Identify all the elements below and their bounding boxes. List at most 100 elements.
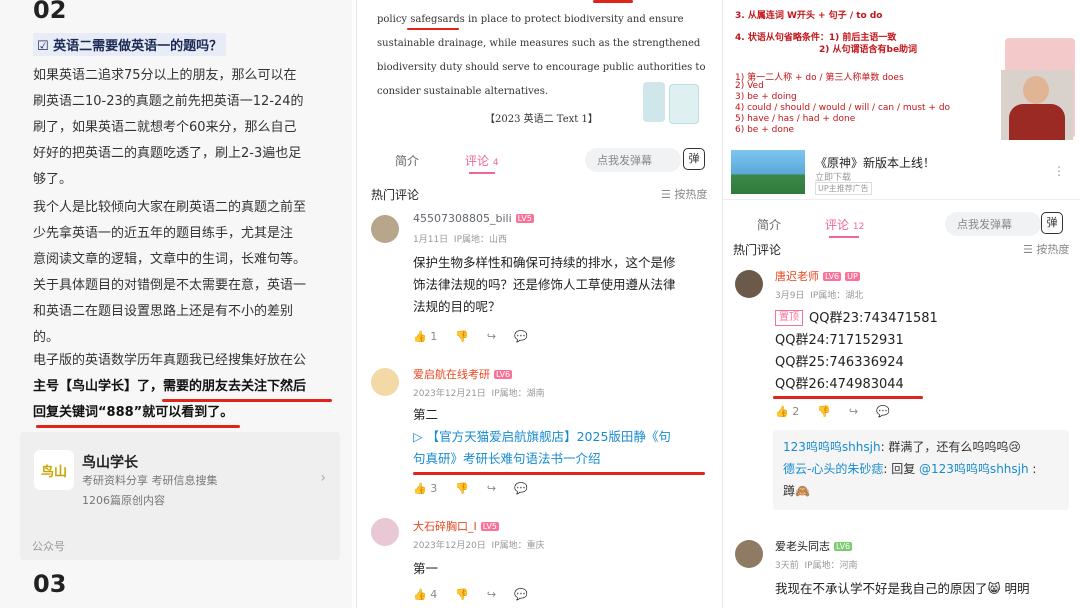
danmu-toggle-icon[interactable]: 弹 xyxy=(683,148,705,170)
username-text: 45507308805_bili xyxy=(413,212,512,225)
sort-button[interactable]: ☰ 按热度 xyxy=(661,186,707,202)
comment-username[interactable]: 爱启航在线考研 LV6 xyxy=(413,366,513,382)
para-line: 我个人是比较倾向大家在刷英语二的真题之前至 xyxy=(33,200,307,215)
more-icon[interactable]: ⋮ xyxy=(1053,164,1065,178)
share-icon[interactable]: ↪ xyxy=(487,482,496,495)
avatar[interactable] xyxy=(735,270,763,298)
reply-username[interactable]: 123呜呜呜shhsjh xyxy=(783,440,881,454)
like-button[interactable]: 👍 4 xyxy=(413,588,437,601)
level-badge: LV6 xyxy=(823,272,842,281)
account-logo: 鸟山 xyxy=(34,450,74,490)
comment-text: 置顶 QQ群23:743471581 QQ群24:717152931 QQ群25:… xyxy=(775,308,938,396)
comment-line: 第二 xyxy=(413,407,439,422)
para-line: 少先拿英语一的近五年的题目练手，尤其是注 xyxy=(33,226,294,241)
qq-group: QQ群25:746336924 xyxy=(775,355,904,370)
tab-intro[interactable]: 简介 xyxy=(395,152,419,169)
comment-username[interactable]: 大石碎胸口_I LV5 xyxy=(413,518,499,534)
video-frame[interactable]: policy safegsards in place to protect bi… xyxy=(357,0,718,140)
underline-annotation xyxy=(593,0,633,3)
underline-annotation xyxy=(36,425,240,428)
like-button[interactable]: 👍 2 xyxy=(775,405,799,418)
para-line: 够了。 xyxy=(33,172,73,187)
section-number-bottom: 03 xyxy=(33,570,67,598)
avatar[interactable] xyxy=(371,368,399,396)
comment-meta: 2023年12月21日 IP属地：湖南 xyxy=(413,386,545,399)
reply-text: : 群满了，还有么呜呜呜😢 xyxy=(880,440,1021,454)
comment-line: 饰法律法规的吗？还是修饰人工草使用遵从法律 xyxy=(413,277,676,292)
account-card[interactable]: 鸟山 鸟山学长 考研资料分享 考研信息搜集 1206篇原创内容 › 公众号 xyxy=(20,432,340,560)
comment-username[interactable]: 爱老头同志 LV6 xyxy=(775,538,853,554)
para-line: 刷了，如果英语二就想考个60来分，那么自己 xyxy=(33,120,297,135)
dislike-icon[interactable]: 👎 xyxy=(455,482,469,495)
tab-comments[interactable]: 评论 4 xyxy=(465,152,499,169)
reply-username[interactable]: 德云-心头的朱砂痣 xyxy=(783,462,883,476)
comments-panel-right: 3. 从属连词 W开头 + 句子 / to do 4. 状语从句省略条件：1) … xyxy=(722,0,1080,608)
reply-icon[interactable]: 💬 xyxy=(876,405,890,418)
para-line: 和英语二在题目设置思路上还是有不小的差别 xyxy=(33,304,294,319)
comment-actions: 👍 4 👎 ↪ 💬 xyxy=(413,588,546,601)
tab-intro[interactable]: 简介 xyxy=(757,216,781,233)
avatar[interactable] xyxy=(371,215,399,243)
board-line: 4) could / should / would / will / can /… xyxy=(735,103,951,113)
reply-item: 蹲🙈 xyxy=(783,480,810,502)
paragraph-2: 我个人是比较倾向大家在刷英语二的真题之前至 少先拿英语一的近五年的题目练手，尤其… xyxy=(33,195,333,351)
avatar[interactable] xyxy=(735,540,763,568)
sort-icon: ☰ xyxy=(661,188,671,201)
reply-icon[interactable]: 💬 xyxy=(514,482,528,495)
share-icon[interactable]: ↪ xyxy=(487,330,496,343)
hot-comments-label: 热门评论 xyxy=(371,188,420,202)
like-button[interactable]: 👍 1 xyxy=(413,330,437,343)
link-text[interactable]: 句真研》考研长难句语法书一介绍 xyxy=(413,448,713,470)
person-head xyxy=(1023,76,1049,104)
share-icon[interactable]: ↪ xyxy=(487,588,496,601)
reply-icon[interactable]: 💬 xyxy=(514,330,528,343)
share-icon[interactable]: ↪ xyxy=(849,405,858,418)
comment-ip: IP属地：山西 xyxy=(453,235,508,245)
comment-meta: 1月11日 IP属地：山西 xyxy=(413,232,507,245)
dislike-icon[interactable]: 👎 xyxy=(817,405,831,418)
para-line: 回复关键词“888”就可以看到了。 xyxy=(33,405,234,420)
comment-username[interactable]: 45507308805_bili LV5 xyxy=(413,212,534,225)
paper-line: policy safegsards in place to protect bi… xyxy=(377,14,684,25)
comment-username[interactable]: 唐迟老师 LV6 UP xyxy=(775,268,860,284)
para-line: 好好的把英语二的真题吃透了，刷上2-3遍也足 xyxy=(33,146,302,161)
promo-link[interactable]: ▷ 【官方天猫爱启航旗舰店】2025版田静《句 xyxy=(413,426,713,448)
video-frame[interactable]: 3. 从属连词 W开头 + 句子 / to do 4. 状语从句省略条件：1) … xyxy=(723,0,1080,140)
tab-comments-label: 评论 xyxy=(465,154,490,168)
danmu-toggle-icon[interactable]: 弹 xyxy=(1041,212,1063,234)
comment-line: 法规的目的呢？ xyxy=(413,299,501,314)
comment-date: 3天前 xyxy=(775,561,799,571)
reply-mention[interactable]: @123呜呜呜shhsjh xyxy=(919,462,1029,476)
level-badge: LV5 xyxy=(480,522,499,531)
danmu-input[interactable]: 点我发弹幕 xyxy=(945,212,1041,236)
link-text: 【官方天猫爱启航旗舰店】2025版田静《句 xyxy=(426,429,671,444)
underline-annotation xyxy=(407,28,459,30)
comment-text: 第二 ▷ 【官方天猫爱启航旗舰店】2025版田静《句 句真研》考研长难句语法书一… xyxy=(413,404,713,470)
like-button[interactable]: 👍 3 xyxy=(413,482,437,495)
pinned-badge: 置顶 xyxy=(775,310,803,326)
reply-item: 123呜呜呜shhsjh: 群满了，还有么呜呜呜😢 xyxy=(783,436,1021,458)
book-image xyxy=(669,84,699,124)
dislike-icon[interactable]: 👎 xyxy=(455,588,469,601)
sort-button[interactable]: ☰ 按热度 xyxy=(1023,241,1069,257)
tab-comments[interactable]: 评论 12 xyxy=(825,216,864,233)
paper-line: biodiversity duty should serve to encour… xyxy=(377,62,706,73)
dislike-icon[interactable]: 👎 xyxy=(455,330,469,343)
reply-icon[interactable]: 💬 xyxy=(514,588,528,601)
ad-banner[interactable]: 《原神》新版本上线！ 立即下载 UP主推荐广告 ⋮ xyxy=(723,144,1080,200)
comment-date: 2023年12月20日 xyxy=(413,541,486,551)
comment-text: 第一 xyxy=(413,561,439,576)
level-badge: LV6 xyxy=(494,370,513,379)
avatar[interactable] xyxy=(371,518,399,546)
comment-ip: IP属地：湖南 xyxy=(491,389,545,399)
paper-citation: 【2023 英语二 Text 1】 xyxy=(485,114,598,125)
comment-count: 4 xyxy=(492,158,499,168)
comment-actions: 👍 1 👎 ↪ 💬 xyxy=(413,330,546,343)
qq-group: QQ群24:717152931 xyxy=(775,333,904,348)
comment-date: 3月9日 xyxy=(775,291,805,301)
reply-thread[interactable]: 123呜呜呜shhsjh: 群满了，还有么呜呜呜😢 德云-心头的朱砂痣: 回复 … xyxy=(773,430,1069,510)
board-line: 5) have / has / had + done xyxy=(735,114,856,124)
board-line: 2) Ved xyxy=(735,81,764,91)
para-line: 主号【鸟山学长】了，需要的朋友去关注下然后 xyxy=(33,379,307,394)
danmu-input[interactable]: 点我发弹幕 xyxy=(585,148,681,172)
